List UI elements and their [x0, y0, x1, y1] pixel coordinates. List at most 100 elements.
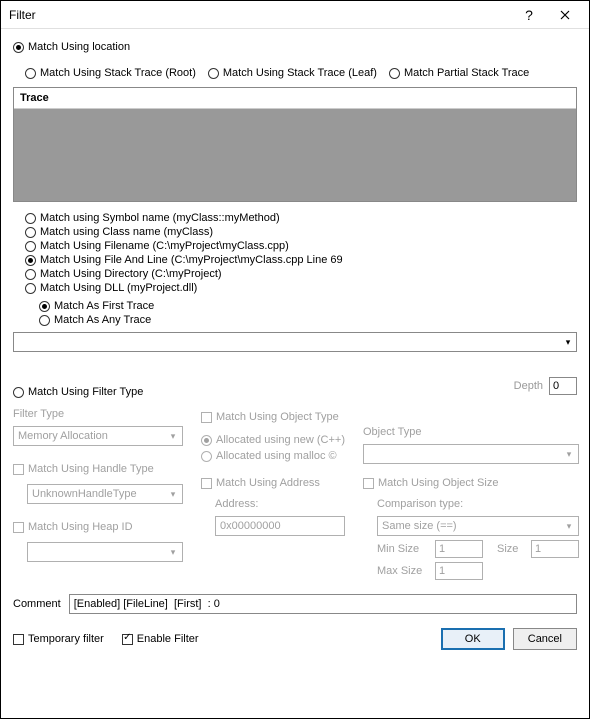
checkbox-icon [201, 478, 212, 489]
trace-header: Trace [14, 88, 576, 109]
trace-group: Trace [13, 87, 577, 202]
depth-input[interactable] [549, 377, 577, 395]
radio-symbol-name[interactable]: Match using Symbol name (myClass::myMeth… [25, 212, 577, 224]
close-button[interactable] [547, 3, 583, 27]
radio-first-trace[interactable]: Match As First Trace [39, 300, 577, 312]
check-label: Match Using Object Type [216, 411, 339, 423]
radio-directory[interactable]: Match Using Directory (C:\myProject) [25, 268, 577, 280]
chevron-down-icon: ▾ [166, 489, 180, 500]
radio-file-line[interactable]: Match Using File And Line (C:\myProject\… [25, 254, 577, 266]
radio-filter-type[interactable]: Match Using Filter Type [13, 386, 577, 398]
radio-any-trace[interactable]: Match As Any Trace [39, 314, 577, 326]
max-size-input[interactable] [435, 562, 483, 580]
checkbox-icon [13, 464, 24, 475]
radio-icon [39, 301, 50, 312]
checkbox-icon [122, 634, 133, 645]
radio-label: Allocated using new (C++) [216, 434, 345, 446]
window-title: Filter [9, 8, 511, 22]
combo-value: Memory Allocation [18, 430, 108, 442]
radio-icon [13, 42, 24, 53]
check-temporary-filter[interactable]: Temporary filter [13, 633, 104, 645]
check-label: Match Using Object Size [378, 477, 498, 489]
chevron-down-icon: ▾ [562, 521, 576, 532]
radio-label: Match As First Trace [54, 300, 154, 312]
radio-stack-root[interactable]: Match Using Stack Trace (Root) [25, 67, 196, 79]
cancel-button[interactable]: Cancel [513, 628, 577, 650]
radio-stack-partial[interactable]: Match Partial Stack Trace [389, 67, 529, 79]
radio-label: Match using Class name (myClass) [40, 226, 213, 238]
check-label: Temporary filter [28, 633, 104, 645]
combo-value: Same size (==) [382, 520, 457, 532]
radio-icon [39, 315, 50, 326]
radio-icon [25, 241, 36, 252]
radio-icon [13, 387, 24, 398]
filter-type-combo[interactable]: Memory Allocation ▾ [13, 426, 183, 446]
check-label: Match Using Address [216, 477, 320, 489]
close-icon [560, 10, 570, 20]
combo-value: UnknownHandleType [32, 488, 137, 500]
check-address[interactable]: Match Using Address [201, 477, 345, 489]
radio-alloc-malloc[interactable]: Allocated using malloc © [201, 450, 345, 462]
check-object-type[interactable]: Match Using Object Type [201, 411, 345, 423]
radio-label: Match Using DLL (myProject.dll) [40, 282, 197, 294]
check-enable-filter[interactable]: Enable Filter [122, 633, 199, 645]
radio-dll[interactable]: Match Using DLL (myProject.dll) [25, 282, 577, 294]
handle-type-combo[interactable]: UnknownHandleType ▾ [27, 484, 183, 504]
radio-class-name[interactable]: Match using Class name (myClass) [25, 226, 577, 238]
address-input[interactable] [215, 516, 345, 536]
radio-stack-leaf[interactable]: Match Using Stack Trace (Leaf) [208, 67, 377, 79]
filter-dialog: Filter ? Match Using location Match Usin… [0, 0, 590, 719]
filter-type-label: Filter Type [13, 408, 183, 420]
address-label: Address: [215, 498, 345, 510]
radio-label: Match Using Filename (C:\myProject\myCla… [40, 240, 289, 252]
depth-label: Depth [514, 380, 543, 392]
radio-icon [25, 255, 36, 266]
comment-label: Comment [13, 598, 61, 610]
check-label: Enable Filter [137, 633, 199, 645]
radio-icon [201, 435, 212, 446]
radio-icon [25, 283, 36, 294]
comment-input[interactable] [69, 594, 577, 614]
checkbox-icon [363, 478, 374, 489]
comparison-label: Comparison type: [377, 498, 579, 510]
radio-label: Match Using File And Line (C:\myProject\… [40, 254, 343, 266]
radio-icon [25, 227, 36, 238]
checkbox-icon [201, 412, 212, 423]
radio-label: Match Using Directory (C:\myProject) [40, 268, 222, 280]
min-size-label: Min Size [377, 543, 429, 555]
radio-icon [25, 269, 36, 280]
check-heap-id[interactable]: Match Using Heap ID [13, 521, 183, 533]
check-handle-type[interactable]: Match Using Handle Type [13, 463, 183, 475]
checkbox-icon [13, 634, 24, 645]
object-type-combo[interactable]: ▾ [363, 444, 579, 464]
heap-id-combo[interactable]: ▾ [27, 542, 183, 562]
radio-label: Match Using Filter Type [28, 386, 143, 398]
match-value-combo[interactable]: ▾ [13, 332, 577, 352]
check-label: Match Using Heap ID [28, 521, 133, 533]
size-label: Size [497, 543, 525, 555]
radio-icon [201, 451, 212, 462]
check-object-size[interactable]: Match Using Object Size [363, 477, 579, 489]
radio-match-location[interactable]: Match Using location [13, 41, 577, 53]
radio-label: Match Using Stack Trace (Leaf) [223, 67, 377, 79]
radio-icon [389, 68, 400, 79]
comparison-combo[interactable]: Same size (==) ▾ [377, 516, 579, 536]
radio-icon [25, 213, 36, 224]
radio-label: Match Partial Stack Trace [404, 67, 529, 79]
min-size-input[interactable] [435, 540, 483, 558]
radio-icon [25, 68, 36, 79]
checkbox-icon [13, 522, 24, 533]
radio-alloc-new[interactable]: Allocated using new (C++) [201, 434, 345, 446]
radio-icon [208, 68, 219, 79]
radio-filename[interactable]: Match Using Filename (C:\myProject\myCla… [25, 240, 577, 252]
ok-button[interactable]: OK [441, 628, 505, 650]
radio-label: Match As Any Trace [54, 314, 151, 326]
help-button[interactable]: ? [511, 3, 547, 27]
radio-label: Match Using Stack Trace (Root) [40, 67, 196, 79]
chevron-down-icon: ▾ [166, 547, 180, 558]
trace-list[interactable] [14, 109, 576, 201]
size-input[interactable] [531, 540, 579, 558]
chevron-down-icon: ▾ [562, 449, 576, 460]
chevron-down-icon: ▾ [560, 333, 576, 351]
titlebar: Filter ? [1, 1, 589, 29]
